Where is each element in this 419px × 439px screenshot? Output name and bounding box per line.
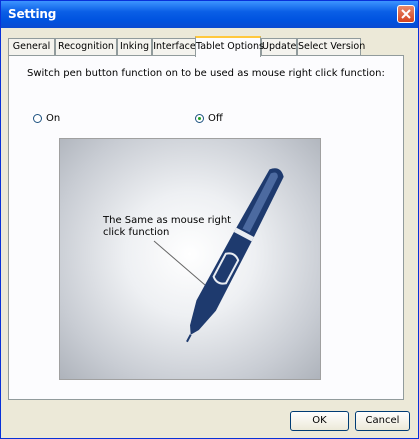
radio-on-indicator[interactable] [33, 114, 42, 123]
close-button[interactable] [397, 5, 415, 23]
window-title: Setting [8, 7, 57, 21]
radio-off-label: Off [208, 113, 223, 124]
tab-select-version[interactable]: Select Version [297, 38, 365, 55]
tab-tablet-options[interactable]: Tablet Options [195, 36, 264, 57]
callout-line-2: click function [103, 227, 170, 238]
tab-interface[interactable]: Interface [152, 38, 197, 55]
ok-button[interactable]: OK [290, 411, 349, 431]
pen-illustration: The Same as mouse right click function [59, 138, 321, 380]
callout-line-1: The Same as mouse right [103, 215, 232, 226]
tab-inking[interactable]: Inking [117, 38, 152, 55]
close-icon [401, 9, 411, 19]
pen-icon [153, 168, 284, 343]
radio-off[interactable]: Off [195, 113, 223, 124]
radio-off-indicator[interactable] [195, 114, 204, 123]
cancel-button[interactable]: Cancel [355, 411, 410, 431]
callout-label: The Same as mouse right click function [103, 215, 243, 239]
pen-button-description: Switch pen button function on to be used… [27, 68, 385, 79]
radio-on[interactable]: On [33, 113, 60, 124]
title-bar[interactable]: Setting [1, 1, 418, 28]
radio-on-label: On [46, 113, 61, 124]
tab-recognition[interactable]: Recognition [55, 38, 117, 55]
tab-update[interactable]: Update [261, 38, 297, 55]
tab-general[interactable]: General [8, 38, 55, 55]
